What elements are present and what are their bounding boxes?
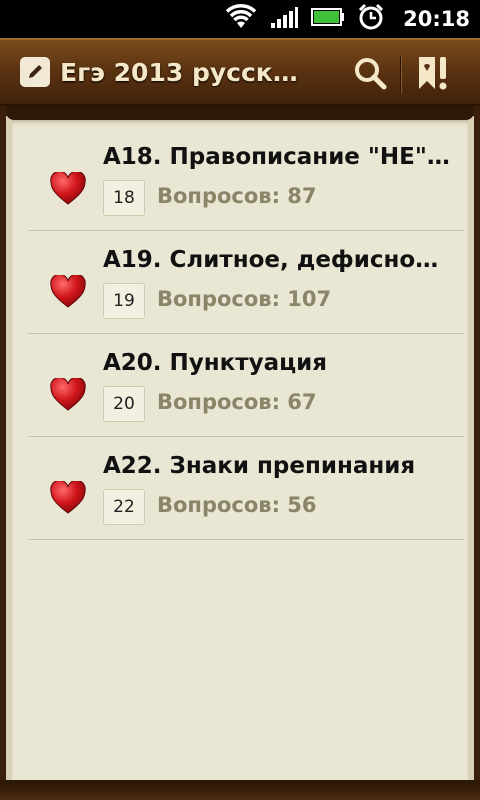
heart-icon[interactable]: [50, 376, 86, 412]
heart-icon[interactable]: [50, 170, 86, 206]
status-bar: 20:18: [0, 0, 480, 38]
content-frame: А18. Правописание "НЕ" и "НИ" 18 Вопросо…: [0, 106, 480, 800]
battery-icon: [311, 7, 345, 31]
action-bar-divider: [400, 56, 401, 94]
topic-number-badge: 18: [103, 180, 145, 216]
topic-title: А19. Слитное, дефисное и раздельное: [103, 247, 453, 273]
action-bar: Егэ 2013 русский язык: [0, 38, 480, 106]
app-title: Егэ 2013 русский язык: [60, 57, 310, 87]
topic-list-item[interactable]: А22. Знаки препинания 22 Вопросов: 56: [28, 437, 464, 540]
pencil-icon[interactable]: [20, 57, 50, 87]
topic-list-item[interactable]: А20. Пунктуация 20 Вопросов: 67: [28, 334, 464, 437]
topic-list-item[interactable]: А19. Слитное, дефисное и раздельное 19 В…: [28, 231, 464, 334]
topic-list-item[interactable]: А18. Правописание "НЕ" и "НИ" 18 Вопросо…: [28, 128, 464, 231]
topic-title: А18. Правописание "НЕ" и "НИ": [103, 144, 453, 170]
search-button[interactable]: [348, 53, 392, 97]
topic-number-badge: 19: [103, 283, 145, 319]
topic-number-badge: 22: [103, 489, 145, 525]
bookmark-button[interactable]: [411, 53, 455, 97]
question-count: Вопросов: 107: [157, 287, 332, 311]
wifi-icon: [225, 4, 257, 34]
alarm-icon: [357, 3, 385, 35]
topic-title: А20. Пунктуация: [103, 350, 328, 376]
signal-icon: [269, 5, 299, 33]
topic-title: А22. Знаки препинания: [103, 453, 416, 479]
panel-top-edge: [6, 106, 474, 120]
bottom-frame: [0, 780, 480, 800]
clock: 20:18: [403, 7, 470, 31]
topics-panel: А18. Правописание "НЕ" и "НИ" 18 Вопросо…: [6, 116, 474, 784]
question-count: Вопросов: 56: [157, 493, 317, 517]
search-icon: [352, 55, 388, 95]
bookmark-icon: [415, 54, 451, 96]
heart-icon[interactable]: [50, 273, 86, 309]
question-count: Вопросов: 87: [157, 184, 317, 208]
topic-number-badge: 20: [103, 386, 145, 422]
topics-list: А18. Правописание "НЕ" и "НИ" 18 Вопросо…: [28, 128, 464, 540]
heart-icon[interactable]: [50, 479, 86, 515]
question-count: Вопросов: 67: [157, 390, 317, 414]
